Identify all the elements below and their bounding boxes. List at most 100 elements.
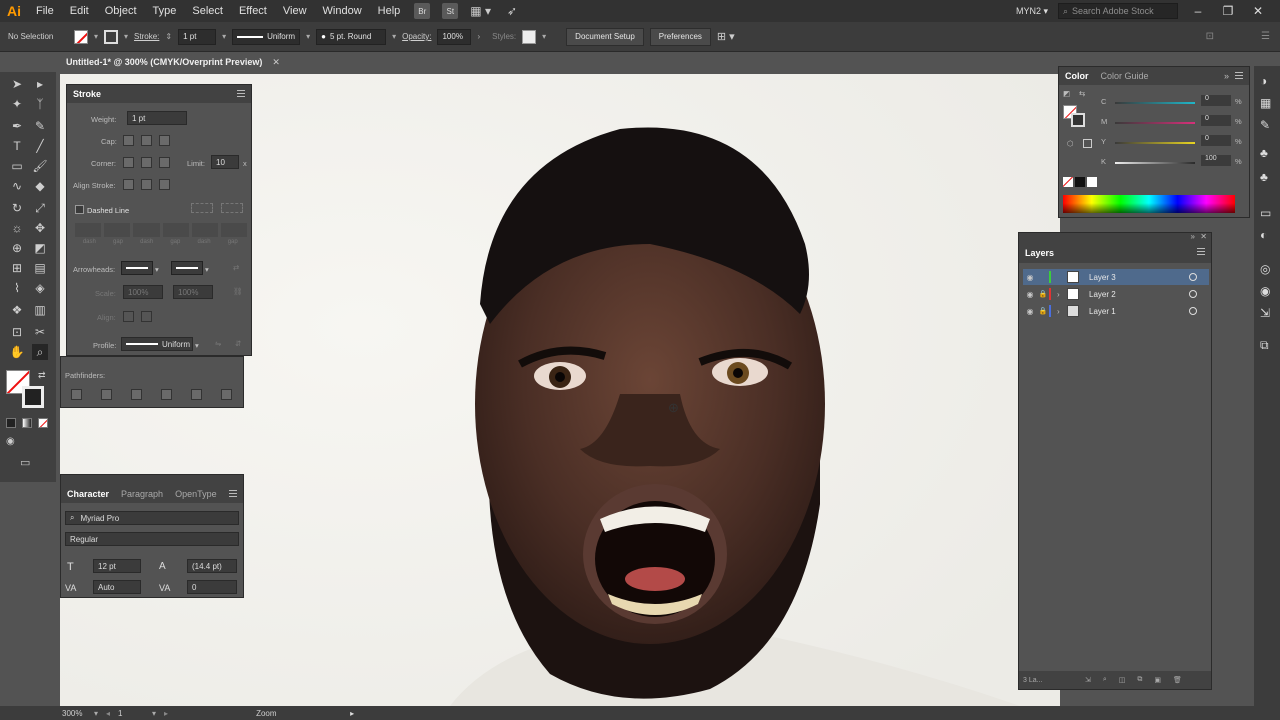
panel-menu-icon[interactable]	[1235, 72, 1243, 79]
type-tool-icon[interactable]: T	[9, 138, 25, 154]
cyan-slider[interactable]	[1115, 102, 1195, 104]
preferences-button[interactable]: Preferences	[649, 27, 711, 46]
arrow-tip-place-icon[interactable]	[141, 311, 152, 322]
pen-tool-icon[interactable]: ✒	[9, 118, 25, 134]
leading-field[interactable]: (14.4 pt)	[187, 559, 237, 573]
layer-name[interactable]: Layer 1	[1089, 307, 1116, 316]
blend-tool-icon[interactable]: ◈	[32, 280, 48, 296]
tab-opentype[interactable]: OpenType	[175, 489, 217, 499]
free-transform-tool-icon[interactable]: ✥	[32, 220, 48, 236]
lasso-icon[interactable]: ᛉ	[32, 96, 48, 112]
flip-vertical-icon[interactable]: ⇵	[235, 339, 241, 348]
fill-color-swatch[interactable]	[74, 29, 88, 44]
symbols-icon[interactable]: ♣	[1260, 146, 1268, 160]
tab-paragraph[interactable]: Paragraph	[121, 489, 163, 499]
line-tool-icon[interactable]: ╱	[32, 138, 48, 154]
direct-selection-tool-icon[interactable]: ▸	[32, 76, 48, 92]
rotate-tool-icon[interactable]: ↻	[9, 200, 25, 216]
variable-width-profile[interactable]: Uniform	[232, 28, 301, 45]
restore-button[interactable]: ❐	[1218, 4, 1238, 18]
swap-arrowheads-icon[interactable]: ⇄	[233, 263, 239, 272]
menu-select[interactable]: Select	[184, 5, 231, 17]
dash-align-icon[interactable]	[221, 203, 243, 213]
visibility-icon[interactable]: ◉	[1023, 307, 1037, 316]
symbol-sprayer-tool-icon[interactable]: ❖	[9, 302, 25, 318]
brushes-icon[interactable]: ✎	[1260, 118, 1270, 132]
default-colors-icon[interactable]: ◩	[1063, 89, 1070, 98]
stroke-label[interactable]: Stroke:	[134, 32, 159, 41]
opacity-label[interactable]: Opacity:	[402, 32, 431, 41]
menu-window[interactable]: Window	[315, 5, 370, 17]
gradient-tool-icon[interactable]: ▤	[32, 260, 48, 276]
arrange-icon[interactable]: ⊞ ▾	[717, 30, 735, 43]
stock-search-input[interactable]: ⌕ Search Adobe Stock	[1058, 3, 1178, 19]
cyan-value[interactable]: 0	[1201, 95, 1231, 106]
selection-tool-icon[interactable]: ➤	[9, 76, 25, 92]
new-layer-icon[interactable]: ▣	[1154, 676, 1161, 684]
lock-icon[interactable]: 🔒	[1037, 290, 1049, 298]
butt-cap-icon[interactable]	[123, 135, 134, 146]
target-icon[interactable]	[1189, 273, 1197, 281]
artboard-tool-icon[interactable]: ⊡	[9, 324, 25, 340]
black-slider[interactable]	[1115, 162, 1195, 164]
collapse-panel-icon[interactable]: »	[1224, 71, 1229, 81]
end-arrowhead-select[interactable]	[171, 261, 203, 275]
delete-layer-icon[interactable]: 🗑	[1173, 676, 1182, 684]
warp-tool-icon[interactable]: ☼	[9, 220, 25, 236]
gpu-performance-icon[interactable]: ➶	[507, 4, 517, 18]
yellow-slider[interactable]	[1115, 142, 1195, 144]
swap-colors-icon[interactable]: ⇆	[1079, 89, 1085, 98]
pathfinder-merge-icon[interactable]	[131, 389, 142, 400]
dash-gap-fields[interactable]	[75, 223, 248, 237]
arrange-documents-icon[interactable]: ▦ ▾	[470, 4, 491, 18]
layer-name[interactable]: Layer 3	[1089, 273, 1116, 282]
color-mode-icon[interactable]	[6, 418, 16, 428]
round-cap-icon[interactable]	[141, 135, 152, 146]
next-artboard-icon[interactable]: ▸	[164, 709, 168, 718]
scale-tool-icon[interactable]: ⤢	[32, 200, 48, 216]
projecting-cap-icon[interactable]	[159, 135, 170, 146]
visibility-icon[interactable]: ◉	[1023, 290, 1037, 299]
magic-wand-icon[interactable]: ✦	[9, 96, 25, 112]
curvature-tool-icon[interactable]: ✎	[32, 118, 48, 134]
perspective-grid-tool-icon[interactable]: ◩	[32, 240, 48, 256]
panel-menu-icon[interactable]	[1197, 248, 1205, 255]
hand-tool-icon[interactable]: ✋	[9, 344, 25, 360]
color-panel-icon[interactable]: ◑	[1260, 74, 1267, 88]
menu-view[interactable]: View	[275, 5, 315, 17]
slice-tool-icon[interactable]: ✂	[32, 324, 48, 340]
tab-character[interactable]: Character	[67, 489, 109, 499]
gamut-icon[interactable]: ⬡	[1067, 139, 1074, 148]
color-stroke-swatch[interactable]	[1071, 113, 1085, 127]
none-swatch[interactable]	[1063, 177, 1073, 187]
brush-definition[interactable]: ● 5 pt. Round	[316, 28, 387, 45]
font-family-select[interactable]: ⌕ Myriad Pro	[65, 511, 239, 525]
transparency-icon[interactable]: ◐	[1260, 228, 1267, 242]
layer-row[interactable]: ◉ 🔒 › Layer 1	[1023, 303, 1209, 319]
clipping-mask-icon[interactable]: ◫	[1119, 676, 1126, 684]
expand-arrow-icon[interactable]: ›	[1057, 307, 1067, 316]
graphic-styles-icon[interactable]: ◉	[1260, 284, 1270, 298]
menu-edit[interactable]: Edit	[62, 5, 97, 17]
expand-arrow-icon[interactable]: ›	[1057, 290, 1067, 299]
collapse-panel-icon[interactable]: »	[1191, 232, 1195, 241]
tracking-field[interactable]: 0	[187, 580, 237, 594]
arrow-tip-extend-icon[interactable]	[123, 311, 134, 322]
menu-effect[interactable]: Effect	[231, 5, 275, 17]
shape-builder-tool-icon[interactable]: ⊕	[9, 240, 25, 256]
font-style-select[interactable]: Regular	[65, 532, 239, 546]
link-scale-icon[interactable]: ⛓	[233, 287, 243, 296]
weight-field[interactable]: 1 pt	[127, 111, 187, 125]
visibility-icon[interactable]: ◉	[1023, 273, 1037, 282]
column-graph-tool-icon[interactable]: ▥	[32, 302, 48, 318]
profile-select[interactable]: Uniform	[121, 337, 193, 351]
opacity-field[interactable]: 100%	[437, 28, 472, 45]
eraser-tool-icon[interactable]: ◆	[32, 178, 48, 194]
prev-artboard-icon[interactable]: ◂	[106, 709, 110, 718]
stock-button[interactable]: St	[442, 3, 459, 19]
lock-icon[interactable]: 🔒	[1037, 307, 1049, 315]
color-spectrum[interactable]	[1063, 195, 1235, 213]
stroke-panel-header[interactable]: Stroke	[67, 85, 251, 103]
dashed-line-checkbox[interactable]	[75, 205, 84, 214]
rectangle-tool-icon[interactable]: ▭	[9, 158, 25, 174]
